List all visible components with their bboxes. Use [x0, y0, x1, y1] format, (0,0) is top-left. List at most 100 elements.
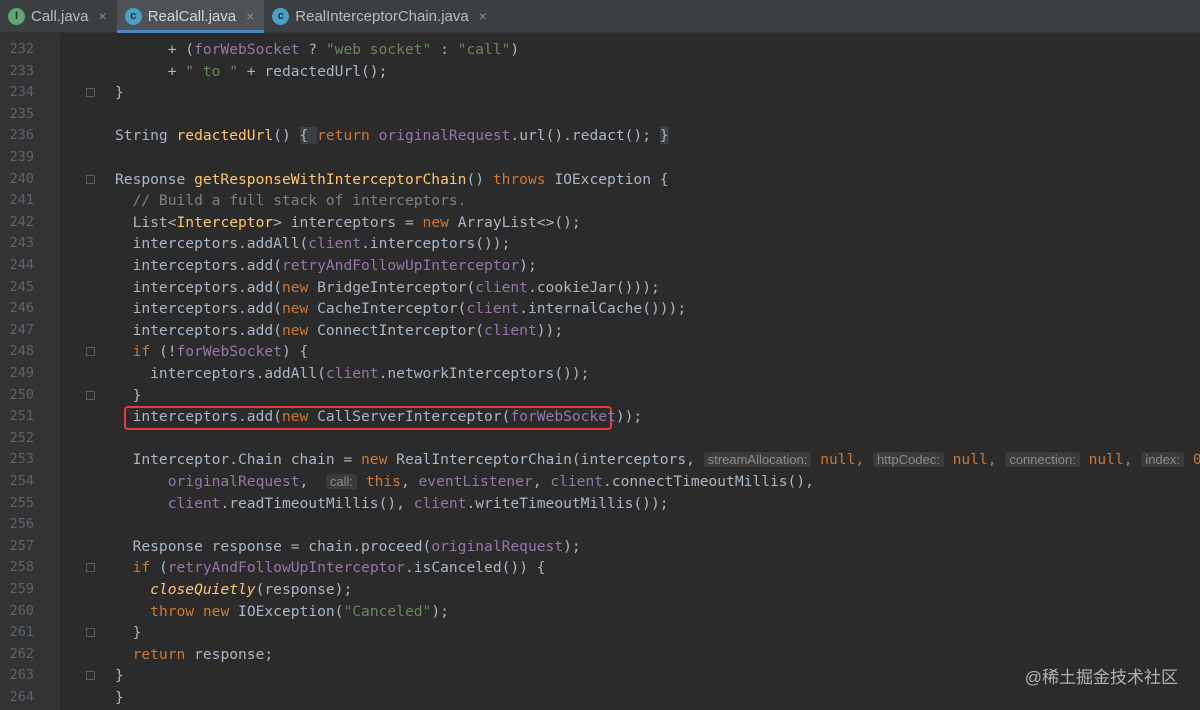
interface-icon: I [8, 7, 25, 25]
code-line[interactable]: 244 interceptors.add(retryAndFollowUpInt… [0, 255, 1200, 277]
fold-marker-icon[interactable] [86, 563, 95, 573]
code-token: new [422, 213, 458, 231]
code-token: .networkInterceptors()); [378, 365, 590, 382]
code-line[interactable]: 236 String redactedUrl() { return origina… [0, 125, 1200, 147]
code-editor[interactable]: 232 + (forWebSocket ? "web socket" : "ca… [0, 33, 1200, 710]
code-line[interactable]: 251 interceptors.add(new CallServerInter… [0, 406, 1200, 428]
code-token: Response response = chain.proceed( [115, 537, 432, 555]
code-token: throws [492, 170, 555, 188]
parameter-hint: streamAllocation: [703, 452, 812, 468]
line-number: 236 [9, 127, 34, 144]
code-line[interactable]: 246 interceptors.add(new CacheIntercepto… [0, 298, 1200, 320]
code-line[interactable]: 245 interceptors.add(new BridgeIntercept… [0, 277, 1200, 299]
code-line[interactable]: 255 client.readTimeoutMillis(), client.w… [0, 493, 1200, 515]
code-text: client.readTimeoutMillis(), client.write… [115, 493, 669, 515]
code-token: BridgeInterceptor( [317, 278, 476, 296]
line-number: 244 [9, 257, 34, 273]
code-line[interactable]: 242 List<Interceptor> interceptors = new… [0, 212, 1200, 234]
fold-marker-icon[interactable] [86, 347, 95, 357]
code-line[interactable]: 243 interceptors.addAll(client.intercept… [0, 233, 1200, 255]
line-number: 255 [9, 494, 34, 511]
editor-tab-bar: I Call.java × c RealCall.java × c RealIntercept… [0, 0, 1200, 33]
code-token: () [466, 170, 493, 188]
code-line[interactable]: 254 originalRequest, call: this, eventLi… [0, 471, 1200, 493]
code-line[interactable]: 250 } [0, 385, 1200, 407]
code-line[interactable]: 264} [0, 687, 1200, 709]
code-token: forWebSocket [176, 343, 282, 361]
code-line[interactable]: 248 if (!forWebSocket) { [0, 341, 1200, 363]
code-token: "Canceled" [343, 602, 432, 620]
code-token: Interceptor.Chain chain = [115, 451, 362, 469]
code-line[interactable]: 233 + " to " + redactedUrl(); [0, 61, 1200, 83]
code-token: ConnectInterceptor( [317, 321, 485, 339]
code-text: originalRequest, call: this, eventListen… [115, 471, 814, 493]
code-line[interactable]: 259 closeQuietly(response); [0, 579, 1200, 601]
watermark: @稀土掘金技术社区 [1024, 668, 1178, 687]
code-line[interactable]: 249 interceptors.addAll(client.networkIn… [0, 363, 1200, 385]
code-token: " to " [185, 62, 239, 80]
fold-marker-icon[interactable] [86, 671, 95, 681]
code-token: + [115, 62, 186, 80]
code-line[interactable]: 261 } [0, 622, 1200, 644]
class-icon: c [272, 7, 290, 25]
code-token: return [132, 645, 195, 663]
code-line[interactable]: 253 Interceptor.Chain chain = new RealIn… [0, 449, 1200, 471]
fold-marker-icon[interactable] [86, 174, 95, 184]
code-line[interactable]: 241 // Build a full stack of interceptor… [0, 190, 1200, 212]
line-number: 240 [9, 170, 34, 187]
code-line[interactable]: 232 + (forWebSocket ? "web socket" : "ca… [0, 39, 1200, 61]
code-text: interceptors.add(new CacheInterceptor(cl… [115, 298, 687, 320]
code-line[interactable]: 263} [0, 665, 1200, 687]
code-line[interactable]: 252 [0, 428, 1200, 450]
tab-call-java[interactable]: I Call.java × [0, 0, 117, 32]
code-token: interceptors.add( [115, 278, 282, 296]
parameter-hint: connection: [1005, 452, 1080, 468]
code-token: interceptors.add( [115, 408, 282, 426]
code-token: IOException { [554, 170, 669, 188]
code-token: new [361, 451, 397, 469]
line-number: 243 [9, 235, 34, 252]
tab-realinterceptorchain-java[interactable]: c RealInterceptorChain.java × [264, 0, 497, 32]
line-number: 246 [9, 300, 34, 317]
code-line[interactable]: 262 return response; [0, 644, 1200, 666]
code-token: ? [299, 41, 326, 58]
parameter-hint: index: [1141, 452, 1185, 468]
code-token: ); [563, 537, 581, 555]
fold-marker-icon[interactable] [86, 390, 95, 400]
code-line[interactable]: 257 Response response = chain.proceed(or… [0, 536, 1200, 558]
line-number: 258 [9, 559, 34, 576]
close-icon[interactable]: × [246, 8, 254, 24]
close-icon[interactable]: × [479, 8, 487, 24]
fold-marker-icon[interactable] [86, 88, 95, 98]
fold-marker-icon[interactable] [86, 628, 95, 638]
close-icon[interactable]: × [99, 8, 107, 24]
code-token: { [299, 127, 318, 145]
line-number: 242 [9, 213, 34, 230]
code-token: List< [115, 213, 177, 231]
line-number: 249 [9, 365, 34, 381]
tab-realcall-java[interactable]: c RealCall.java × [116, 0, 265, 33]
code-line[interactable]: 256 [0, 514, 1200, 536]
code-token: throw new [150, 602, 239, 620]
code-token: new [281, 300, 318, 318]
code-line[interactable]: 258 if (retryAndFollowUpInterceptor.isCa… [0, 557, 1200, 579]
code-line[interactable]: 260 throw new IOException("Canceled"); [0, 601, 1200, 623]
code-token: Response [115, 170, 195, 188]
code-token: ) [510, 41, 520, 58]
code-token: : [431, 41, 458, 58]
code-token: , [299, 473, 326, 490]
code-text: String redactedUrl() { return originalRe… [115, 125, 669, 147]
code-token: this [357, 473, 401, 490]
code-line[interactable]: 247 interceptors.add(new ConnectIntercep… [0, 320, 1200, 342]
line-number: 251 [9, 408, 34, 425]
line-number: 256 [9, 516, 34, 533]
code-token: } [115, 689, 124, 706]
code-text: interceptors.add(retryAndFollowUpInterce… [115, 255, 537, 277]
code-line[interactable]: 239 [0, 147, 1200, 169]
code-line[interactable]: 234} [0, 82, 1200, 104]
code-text: + (forWebSocket ? "web socket" : "call") [115, 39, 519, 61]
code-line[interactable]: 240 Response getResponseWithInterceptorCh… [0, 169, 1200, 191]
code-line[interactable]: 235 [0, 104, 1200, 126]
